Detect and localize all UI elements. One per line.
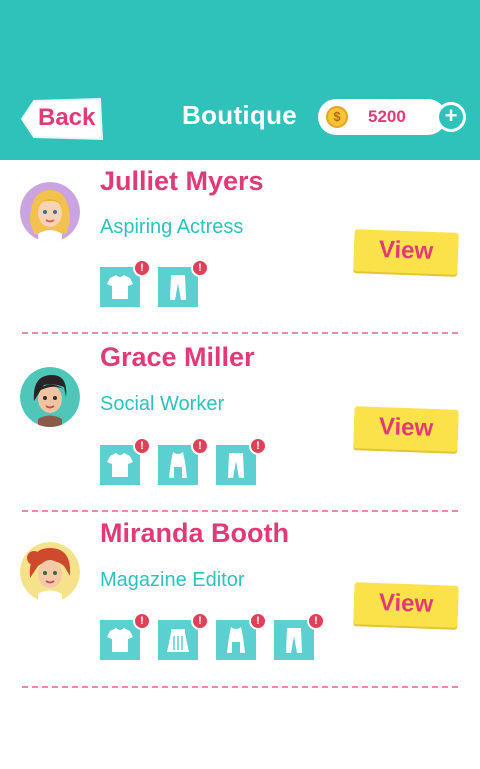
alert-badge: ! [249,437,267,455]
coin-balance: $ 5200 + [318,99,466,135]
coin-icon: $ [326,106,348,128]
top-bar: Back Boutique $ 5200 + [0,0,480,160]
row-divider [22,332,458,334]
customer-avatar-julliet [20,182,80,242]
alert-badge: ! [249,612,267,630]
view-button[interactable]: View [353,582,459,628]
alert-badge: ! [307,612,325,630]
row-divider [22,686,458,688]
coin-balance-pill: $ 5200 [318,99,446,135]
customer-job: Aspiring Actress [100,216,244,238]
alert-badge: ! [191,437,209,455]
alert-badge: ! [133,612,151,630]
page-title: Boutique [182,100,298,130]
back-button-label: Back [38,104,96,131]
alert-badge: ! [191,259,209,277]
add-coins-button[interactable]: + [436,102,466,132]
alert-badge: ! [191,612,209,630]
row-divider [22,510,458,512]
customer-name: Miranda Booth [100,518,289,548]
alert-badge: ! [133,437,151,455]
customer-avatar-grace [20,367,80,427]
coin-count: 5200 [368,107,406,126]
customer-job: Social Worker [100,393,225,415]
view-button-label: View [378,413,434,442]
customer-avatar-miranda [20,542,80,602]
customer-job: Magazine Editor [100,569,245,591]
back-button[interactable]: Back [20,97,104,141]
customer-name: Grace Miller [100,342,255,372]
view-button[interactable]: View [353,406,459,452]
view-button-label: View [378,589,434,618]
view-button-label: View [378,236,434,265]
alert-badge: ! [133,259,151,277]
view-button[interactable]: View [353,229,459,275]
customer-name: Julliet Myers [100,166,264,196]
